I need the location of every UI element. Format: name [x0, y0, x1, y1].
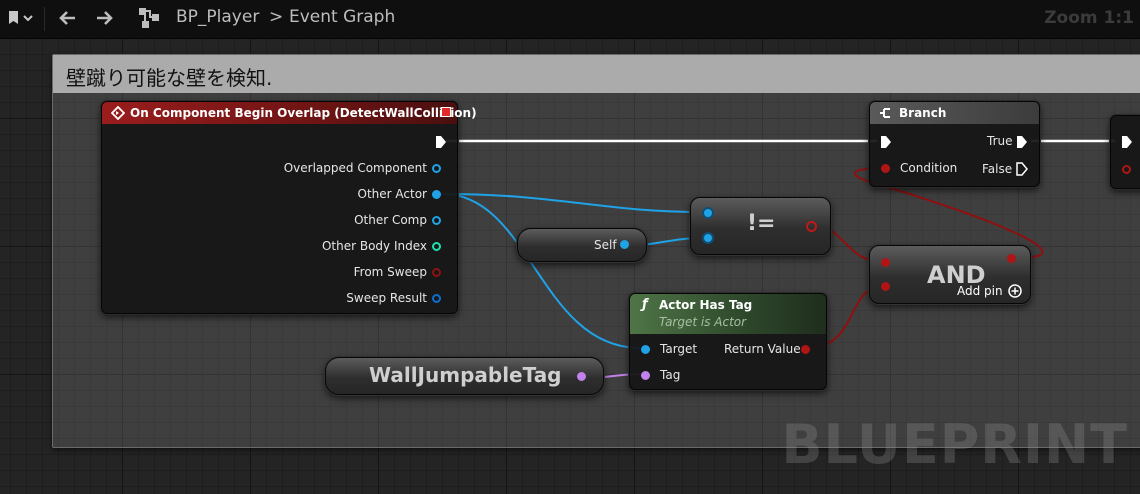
pin-target[interactable]	[641, 345, 650, 354]
exec-input-pin-next[interactable]	[1121, 135, 1133, 149]
pin-next-node-input[interactable]	[1122, 165, 1131, 174]
output-delegate-icon[interactable]	[441, 107, 451, 117]
pin-return-value[interactable]	[801, 345, 810, 354]
branch-false-label: False	[982, 162, 1013, 176]
pin-and-b[interactable]	[881, 282, 890, 291]
pin-self-output[interactable]	[620, 240, 629, 249]
wall-jumpable-tag-label: WallJumpableTag	[369, 363, 562, 387]
pin-other-actor[interactable]	[432, 190, 441, 199]
self-node[interactable]: Self	[517, 228, 647, 262]
pin-label-other-comp: Other Comp	[354, 213, 427, 227]
pin-overlapped-component[interactable]	[432, 164, 441, 173]
add-pin-icon[interactable]	[1008, 284, 1022, 298]
add-pin-label[interactable]: Add pin	[957, 284, 1003, 298]
and-node[interactable]: AND Add pin	[869, 245, 1031, 304]
branch-condition-label: Condition	[900, 161, 958, 175]
exec-false-pin[interactable]	[1016, 162, 1028, 176]
branch-node-title: Branch	[899, 106, 947, 120]
exec-input-pin[interactable]	[880, 135, 892, 149]
actor-has-tag-subtitle: Target is Actor	[659, 315, 747, 329]
event-diamond-icon	[111, 106, 125, 120]
pin-label-overlapped-component: Overlapped Component	[283, 161, 427, 175]
not-equal-node[interactable]: !=	[690, 197, 831, 255]
wall-jumpable-tag-node[interactable]: WallJumpableTag	[325, 357, 604, 395]
branch-node-header: Branch	[870, 102, 1039, 124]
target-label: Target	[660, 342, 698, 356]
exec-true-pin[interactable]	[1016, 135, 1028, 149]
pin-label-other-body-index: Other Body Index	[321, 239, 427, 253]
pin-condition[interactable]	[881, 164, 890, 173]
event-node-title: On Component Begin Overlap (DetectWallCo…	[130, 106, 477, 120]
tag-label: Tag	[660, 368, 681, 382]
pin-other-comp[interactable]	[432, 216, 441, 225]
pin-label-other-actor: Other Actor	[357, 187, 427, 201]
pin-label-from-sweep: From Sweep	[353, 265, 427, 279]
function-icon: ƒ	[642, 297, 648, 312]
branch-node[interactable]: Branch True Condition False	[869, 101, 1040, 187]
next-node-partial[interactable]	[1110, 115, 1140, 189]
pin-sweep-result[interactable]	[432, 294, 441, 303]
pin-wall-jumpable-tag-output[interactable]	[577, 372, 586, 381]
branch-true-label: True	[987, 134, 1013, 148]
pin-label-sweep-result: Sweep Result	[346, 291, 427, 305]
actor-has-tag-header: ƒ Actor Has Tag Target is Actor	[630, 294, 826, 334]
pin-from-sweep[interactable]	[432, 268, 441, 277]
branch-icon	[880, 108, 890, 118]
pin-and-a[interactable]	[881, 258, 890, 267]
event-node-header: On Component Begin Overlap (DetectWallCo…	[102, 102, 477, 124]
pin-not-equal-b[interactable]	[702, 232, 714, 244]
pin-not-equal-a[interactable]	[702, 207, 714, 219]
event-on-component-begin-overlap[interactable]: On Component Begin Overlap (DetectWallCo…	[101, 101, 477, 314]
self-label: Self	[594, 238, 617, 252]
actor-has-tag-title: Actor Has Tag	[659, 298, 753, 312]
blueprint-watermark: BLUEPRINT	[781, 413, 1128, 476]
exec-output-pin[interactable]	[435, 135, 447, 149]
return-value-label: Return Value	[724, 342, 801, 356]
pin-not-equal-output[interactable]	[806, 221, 817, 232]
actor-has-tag-node[interactable]: ƒ Actor Has Tag Target is Actor Target R…	[629, 293, 827, 390]
pin-other-body-index[interactable]	[432, 242, 441, 251]
not-equal-label: !=	[747, 211, 776, 236]
pin-tag[interactable]	[641, 371, 650, 380]
pin-and-output[interactable]	[1007, 254, 1016, 263]
